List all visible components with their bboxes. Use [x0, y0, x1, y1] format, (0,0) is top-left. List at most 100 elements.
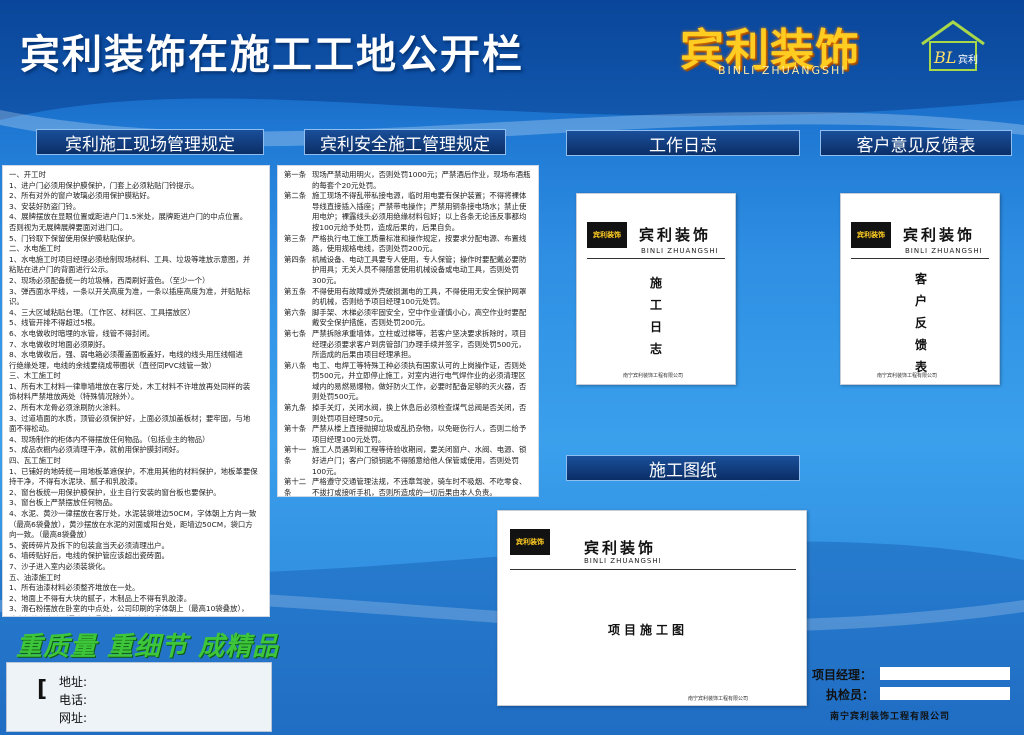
site-rule-line: 否则视为无展牌展牌要面对进门口。 — [9, 222, 128, 232]
slogan: 重质量 重细节 成精品 — [16, 632, 280, 662]
card-footer: 南宁宾利装饰工程有限公司 — [688, 696, 749, 702]
safety-rule: 第四条 机械设备、电动工具要专人使用，专人保管；操作时要配戴必要防护用具；无关人员… — [284, 255, 532, 287]
site-rule-line: 持干净，不得有水泥块、腻子和乳胶漆。 — [9, 477, 143, 487]
site-rule-line: 面不得松动。 — [9, 424, 54, 434]
site-rule-line: 5、门铃取下保留使用保护膜粘贴保护。 — [9, 233, 140, 243]
safety-rule: 第六条 脚手架、木梯必须牢固安全，空中作业谨慎小心，高空作业时要配戴安全保护措施，… — [284, 308, 532, 329]
safety-rule: 第五条 不得使用有故障或外壳破损漏电的工具，不得使用无安全保护网罩的机械，否则给予… — [284, 287, 532, 308]
manager-label: 项目经理： — [812, 668, 873, 682]
safety-rule-text: 不得使用有故障或外壳破损漏电的工具，不得使用无安全保护网罩的机械，否则给予项目经… — [312, 286, 527, 307]
company-footer: 南宁宾利装饰工程有限公司 — [830, 712, 951, 722]
site-rule-line: 2、地面上不得有大块的腻子，木制品上不得有乳胶漆。 — [9, 593, 192, 603]
safety-rule-text: 严禁从楼上直接抛掷垃圾或乱扔杂物，以免砸伤行人，否则二给予项目经理100元处罚。 — [312, 424, 527, 444]
safety-rule-number: 第五条 — [284, 286, 307, 296]
site-rule-line: 3、窗台板上严禁摆放任何物品。 — [9, 498, 118, 508]
address-label: 地址: — [59, 675, 88, 689]
inspector-field[interactable] — [880, 687, 1010, 700]
safety-rule-text: 现场严禁动用明火，否则处罚1000元；严禁酒后作业，现场布酒瓶的每套个20元处罚… — [312, 170, 531, 190]
board-title: 宾利装饰在施工工地公开栏 — [20, 32, 524, 78]
safety-rule: 第一条 现场严禁动用明火，否则处罚1000元；严禁酒后作业，现场布酒瓶的每套个20… — [284, 170, 532, 191]
svg-text:BL: BL — [933, 48, 956, 67]
card-logo: 宾利装饰 — [851, 222, 891, 248]
safety-rule-text: 电工、电焊工等特殊工种必须执有国家认可的上岗操作证，否则处罚500元，并立即停止… — [312, 360, 527, 402]
site-rule-line: 4、水泥、黄沙一律摆放在客厅处，水泥装袋堆边50CM，字体朝上方向一致 — [9, 509, 257, 518]
card-footer: 南宁宾利装饰工程有限公司 — [877, 373, 938, 379]
bracket-icon: [ — [37, 677, 48, 702]
safety-rule-number: 第二条 — [284, 191, 307, 201]
site-management-rules-panel: 一、开工时 1、进户门必须用保护膜保护，门套上必须粘贴门铃提示。 2、所有对外的窗户… — [2, 165, 270, 617]
safety-rule-number: 第十条 — [284, 424, 307, 434]
site-rule-line: 2、所有木龙骨必须涂刷防火涂料。 — [9, 403, 125, 413]
site-rule-line: 4、三大区域粘贴台理。（工作区、材料区、工具摆放区） — [9, 307, 195, 317]
section-header-work-log: 工作日志 — [566, 130, 800, 156]
safety-rule-text: 严格遵守交通管理法规，不违章驾驶，骑车时不吸烟、不吃零食、不拔打或接听手机，否则… — [312, 477, 527, 497]
site-rule-line: 7、沙子进入室内必须装袋化。 — [9, 561, 110, 571]
safety-rule: 第十一条 施工人员遇到和工程等待验收期间，要关闭窗户、水阀、电源、锁好进户门；客户… — [284, 445, 532, 477]
site-rule-line: 粘贴在进户门的背面进行公示。 — [9, 265, 113, 275]
safety-rule-number: 第四条 — [284, 254, 307, 264]
drawings-card-title: 项目施工图 — [608, 623, 689, 637]
safety-rule-number: 第十一条 — [284, 445, 307, 466]
brand-english-name: BINLI ZHUANGSHI — [718, 64, 847, 77]
card-company-en: BINLI ZHUANGSHI — [641, 247, 719, 255]
card-logo: 宾利装饰 — [587, 222, 627, 248]
contact-box: [ 地址: 电话: 网址: — [6, 662, 272, 732]
safety-rule: 第八条 电工、电焊工等特殊工种必须执有国家认可的上岗操作证，否则处罚500元，并立… — [284, 361, 532, 403]
site-rule-line: 4、现场制作的柜体内不得摆放任何物品。（包括业主的物品） — [9, 434, 210, 444]
safety-rule-text: 掉手关灯，关闭水阀，换上休息后必须检查煤气总阀是否关闭，否则处罚项目经理50元。 — [312, 403, 527, 423]
site-rule-line: 二、水电施工时 — [9, 244, 61, 254]
site-rule-line: 1、所有油漆材料必须整齐堆放在一处。 — [9, 583, 140, 593]
section-header-feedback: 客户意见反馈表 — [820, 130, 1012, 156]
site-rule-line: 3、过道墙面的水质，顶管必须保护好，上面必须加盖板材；要牢固，与地 — [9, 413, 251, 423]
site-rule-line: 四、瓦工施工时 — [9, 456, 61, 466]
bl-logo-label: 宾利 — [958, 53, 978, 66]
inspector-label: 执检员： — [826, 688, 875, 702]
card-company-en: BINLI ZHUANGSHI — [584, 557, 662, 565]
safety-rule: 第二条 施工现场不得乱带私接电源，临时用电要有保护装置；不得将裸体导线直接插入插座… — [284, 191, 532, 233]
drawings-card: 宾利装饰 宾利装饰 BINLI ZHUANGSHI 项目施工图 南宁宾利装饰工程… — [497, 510, 807, 706]
site-rule-line: 1、水电施工时项目经理必须绘制现场材料、工具、垃圾等堆放示意图，并 — [9, 254, 251, 264]
site-rule-line: 一、开工时 — [9, 170, 46, 179]
safety-rule-text: 严格执行电工施工质量标准和操作规定，按要求分配电源、布置线路，使用规格电线，否则… — [312, 233, 527, 254]
safety-rule-number: 第八条 — [284, 360, 307, 370]
work-log-vertical-title: 施工日志 — [649, 276, 662, 356]
site-rule-line: 5、瓷砖碎片及拆下的包装盒当天必须清理出户。 — [9, 540, 169, 550]
safety-rule-text: 机械设备、电动工具要专人使用，专人保管；操作时要配戴必要防护用具；无关人员不得随… — [312, 254, 527, 285]
site-rule-line: 6、水电做收时暗埋的水管，线管不得封闭。 — [9, 328, 155, 338]
feedback-card: 宾利装饰 宾利装饰 BINLI ZHUANGSHI 客户反馈表 南宁宾利装饰工程… — [840, 193, 1000, 385]
site-rule-line: 4、展牌摆放在显眼位置或距进户门1.5米处，展牌距进户门的中点位置。 — [9, 212, 248, 222]
safety-rule-number: 第一条 — [284, 170, 307, 179]
site-rule-line: 五、油漆施工时 — [9, 572, 61, 582]
site-rule-line: 5、线管开排不得超过5根。 — [9, 318, 100, 328]
section-header-drawings: 施工图纸 — [566, 455, 800, 481]
bl-house-logo: BL 宾利 — [921, 20, 985, 71]
site-rule-line: 2、窗台板统一用保护膜保护，业主自行安装的窗台板也要保护。 — [9, 487, 221, 497]
site-rule-line: 6、墙砖贴好后，电线的保护管应该超出瓷砖面。 — [9, 551, 169, 561]
card-company-en: BINLI ZHUANGSHI — [905, 247, 983, 255]
manager-field[interactable] — [880, 667, 1010, 680]
site-rule-line: 3、滑石粉摆放在卧室的中点处，公司印刷的字体朝上（最高10袋叠放）， — [9, 604, 249, 614]
card-company-name: 宾利装饰 — [903, 226, 976, 244]
card-divider — [510, 569, 796, 570]
card-logo: 宾利装饰 — [510, 529, 550, 555]
safety-rule-text: 严禁拆除承重墙体，立柱或过梯等，若客户坚决要求拆除时，项目经理必须要求客户到房管… — [312, 328, 527, 360]
feedback-vertical-title: 客户反馈表 — [914, 272, 927, 374]
safety-rule-number: 第九条 — [284, 403, 307, 413]
safety-rule-number: 第三条 — [284, 233, 307, 243]
safety-rule: 第九条 掉手关灯，关闭水阀，换上休息后必须检查煤气总阀是否关闭，否则处罚项目经理5… — [284, 403, 532, 424]
site-rule-line: 三、木工施工时 — [9, 371, 61, 381]
section-header-site-management: 宾利施工现场管理规定 — [36, 129, 264, 155]
card-divider — [587, 258, 725, 259]
safety-rules-panel: 第一条 现场严禁动用明火，否则处罚1000元；严禁酒后作业，现场布酒瓶的每套个20… — [277, 165, 539, 497]
safety-rule-text: 施工人员遇到和工程等待验收期间，要关闭窗户、水阀、电源、锁好进户门；客户门锁钥匙… — [312, 445, 527, 476]
card-footer: 南宁宾利装饰工程有限公司 — [623, 373, 684, 379]
phone-label: 电话: — [59, 693, 88, 707]
site-rule-line: 行绝缘处理，电线的余线要绕成带圈状（直径同PVC线管一致） — [9, 360, 216, 370]
safety-rule-text: 脚手架、木梯必须牢固安全，空中作业谨慎小心，高空作业时要配戴安全保护措施，否则处… — [312, 307, 527, 328]
site-rule-line: 3、弹西面水平线，一条以开关高度为准，一条以插座高度为准，并贴贴标识。 — [9, 286, 251, 307]
safety-rule-text: 施工现场不得乱带私接电源，临时用电要有保护装置；不得将裸体导线直接插入插座；严禁… — [312, 191, 527, 232]
safety-rule-number: 第七条 — [284, 328, 307, 338]
card-company-name: 宾利装饰 — [584, 539, 657, 557]
section-header-safety: 宾利安全施工管理规定 — [304, 129, 506, 155]
web-label: 网址: — [59, 711, 88, 725]
